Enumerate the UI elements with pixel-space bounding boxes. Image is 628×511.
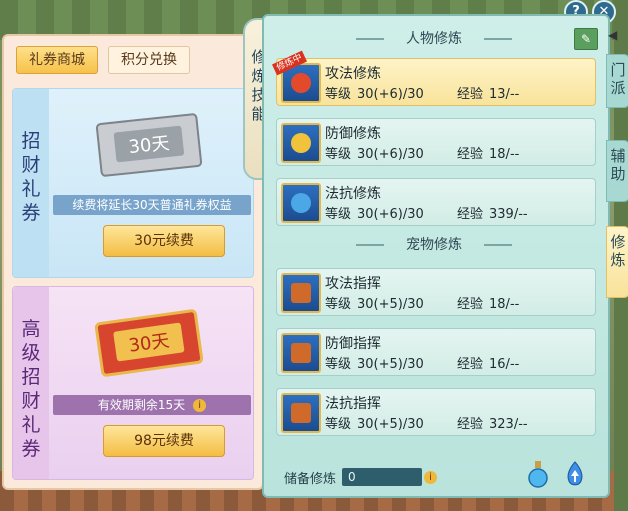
section-title-character: 人物修炼 bbox=[356, 28, 512, 50]
training-panel: 人物修炼 ✎ 修炼中 攻法修炼 等级 30(+6)/30 经验 13/-- 防御修炼… bbox=[262, 14, 610, 498]
storage-label: 储备修炼 bbox=[284, 472, 337, 487]
tab-training[interactable]: 修炼 bbox=[606, 226, 628, 298]
skill-level: 等级 30(+5)/30 bbox=[325, 297, 424, 312]
card-side-label: 招财礼券 bbox=[21, 130, 41, 224]
skill-row-attack-training[interactable]: 修炼中 攻法修炼 等级 30(+6)/30 经验 13/-- bbox=[272, 50, 596, 106]
renew-98-button[interactable]: 98元续费 bbox=[103, 425, 225, 457]
card-validity: 有效期剩余15天 i bbox=[53, 395, 251, 415]
skill-level: 等级 30(+5)/30 bbox=[325, 357, 424, 372]
skill-exp: 经验 339/-- bbox=[457, 207, 528, 222]
pet-attack-icon bbox=[281, 273, 321, 313]
skill-exp: 经验 13/-- bbox=[457, 87, 520, 102]
skill-exp: 经验 16/-- bbox=[457, 357, 520, 372]
fortune-coupon-card: 招财礼券 30天 续费将延长30天普通礼券权益 30元续费 bbox=[12, 88, 254, 278]
section-title-pet: 宠物修炼 bbox=[356, 234, 512, 256]
yin-yang-icon bbox=[281, 183, 321, 223]
skill-level: 等级 30(+6)/30 bbox=[325, 87, 424, 102]
skill-row-pet-attack[interactable]: 攻法指挥 等级 30(+5)/30 经验 18/-- bbox=[276, 268, 596, 316]
skill-name: 攻法指挥 bbox=[325, 276, 381, 292]
card-side-label: 高级招财礼券 bbox=[21, 318, 41, 460]
shield-icon bbox=[281, 123, 321, 163]
skill-name: 防御修炼 bbox=[325, 126, 381, 142]
skill-row-pet-resist[interactable]: 法抗指挥 等级 30(+5)/30 经验 323/-- bbox=[276, 388, 596, 436]
coupon-shop-panel: 礼券商城 积分兑换 招财礼券 30天 续费将延长30天普通礼券权益 30元续费 … bbox=[2, 34, 264, 490]
pet-resist-icon bbox=[281, 393, 321, 433]
potion-icon[interactable] bbox=[526, 460, 550, 488]
skill-exp: 经验 18/-- bbox=[457, 147, 520, 162]
skill-row-resist-training[interactable]: 法抗修炼 等级 30(+6)/30 经验 339/-- bbox=[276, 178, 596, 226]
skill-level: 等级 30(+5)/30 bbox=[325, 417, 424, 432]
storage-value-field: 0 bbox=[342, 468, 422, 486]
skill-name: 防御指挥 bbox=[325, 336, 381, 352]
renew-30-button[interactable]: 30元续费 bbox=[103, 225, 225, 257]
collapse-arrow-icon[interactable]: ◀ bbox=[608, 28, 617, 42]
tab-sect[interactable]: 门派 bbox=[606, 54, 628, 108]
gold-ticket-icon: 30天 bbox=[94, 309, 204, 377]
info-icon[interactable]: i bbox=[193, 399, 207, 412]
tab-coupon-shop[interactable]: 礼券商城 bbox=[16, 46, 98, 74]
skill-level: 等级 30(+6)/30 bbox=[325, 207, 424, 222]
tab-assist[interactable]: 辅助 bbox=[606, 140, 628, 202]
tab-points-exchange[interactable]: 积分兑换 bbox=[108, 46, 190, 74]
validity-text: 有效期剩余15天 bbox=[97, 398, 186, 412]
card-description: 续费将延长30天普通礼券权益 bbox=[53, 195, 251, 215]
skill-name: 法抗修炼 bbox=[325, 186, 381, 202]
upgrade-flame-icon[interactable] bbox=[564, 460, 586, 488]
card-side-strip: 高级招财礼券 bbox=[13, 287, 49, 479]
silver-ticket-icon: 30天 bbox=[95, 113, 203, 177]
skill-name: 攻法修炼 bbox=[325, 66, 381, 82]
edit-icon[interactable]: ✎ bbox=[574, 28, 598, 50]
pet-defense-icon bbox=[281, 333, 321, 373]
card-side-strip: 招财礼券 bbox=[13, 89, 49, 277]
skill-name: 法抗指挥 bbox=[325, 396, 381, 412]
ticket-text: 30天 bbox=[128, 133, 171, 158]
skill-level: 等级 30(+6)/30 bbox=[325, 147, 424, 162]
info-icon[interactable]: i bbox=[424, 471, 437, 484]
skill-exp: 经验 323/-- bbox=[457, 417, 528, 432]
skill-exp: 经验 18/-- bbox=[457, 297, 520, 312]
skill-row-pet-defense[interactable]: 防御指挥 等级 30(+5)/30 经验 16/-- bbox=[276, 328, 596, 376]
premium-fortune-coupon-card: 高级招财礼券 30天 有效期剩余15天 i 98元续费 bbox=[12, 286, 254, 480]
skill-row-defense-training[interactable]: 防御修炼 等级 30(+6)/30 经验 18/-- bbox=[276, 118, 596, 166]
